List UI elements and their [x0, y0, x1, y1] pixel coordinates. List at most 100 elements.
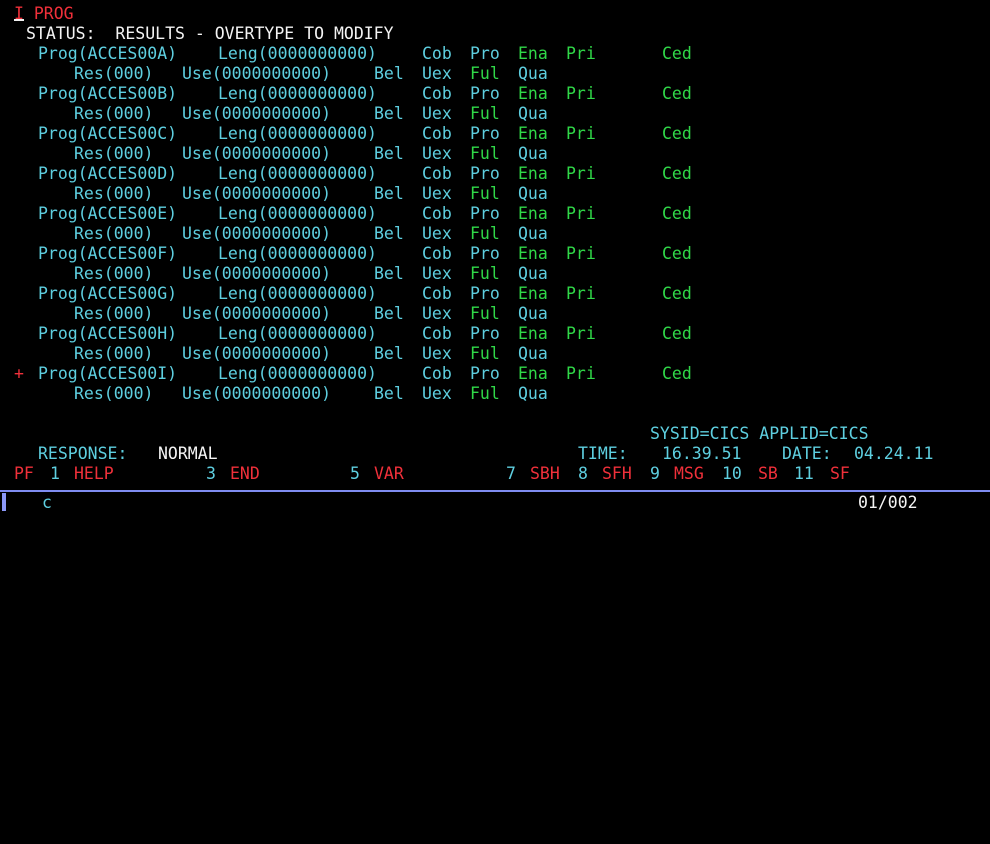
- prog-execkey[interactable]: Uex: [422, 64, 452, 84]
- prog-type[interactable]: Pro: [470, 84, 500, 104]
- prog-name[interactable]: Prog(ACCES00H): [38, 324, 177, 344]
- prog-copy[interactable]: Ful: [470, 224, 500, 244]
- expand-marker[interactable]: +: [14, 364, 24, 384]
- prog-access[interactable]: Pri: [566, 284, 596, 304]
- prog-status[interactable]: Ena: [518, 164, 548, 184]
- prog-status[interactable]: Ena: [518, 204, 548, 224]
- prog-access[interactable]: Pri: [566, 124, 596, 144]
- prog-language[interactable]: Cob: [422, 84, 452, 104]
- prog-access[interactable]: Pri: [566, 244, 596, 264]
- prog-status[interactable]: Ena: [518, 284, 548, 304]
- prog-status[interactable]: Ena: [518, 364, 548, 384]
- prog-execkey[interactable]: Uex: [422, 184, 452, 204]
- prog-status[interactable]: Ena: [518, 324, 548, 344]
- prog-concurrency[interactable]: Qua: [518, 64, 548, 84]
- prog-datalocation[interactable]: Bel: [374, 224, 404, 244]
- prog-access[interactable]: Pri: [566, 164, 596, 184]
- pf8-sfh-key[interactable]: SFH: [602, 464, 632, 484]
- prog-concurrency[interactable]: Qua: [518, 304, 548, 324]
- pf1-number[interactable]: 1: [50, 464, 60, 484]
- prog-language[interactable]: Cob: [422, 364, 452, 384]
- prog-status[interactable]: Ena: [518, 44, 548, 64]
- prog-type[interactable]: Pro: [470, 44, 500, 64]
- prog-execution[interactable]: Ced: [662, 364, 692, 384]
- prog-copy[interactable]: Ful: [470, 264, 500, 284]
- prog-execution[interactable]: Ced: [662, 124, 692, 144]
- prog-concurrency[interactable]: Qua: [518, 344, 548, 364]
- prog-name[interactable]: Prog(ACCES00C): [38, 124, 177, 144]
- prog-type[interactable]: Pro: [470, 324, 500, 344]
- prog-access[interactable]: Pri: [566, 364, 596, 384]
- prog-execkey[interactable]: Uex: [422, 264, 452, 284]
- prog-copy[interactable]: Ful: [470, 144, 500, 164]
- prog-execkey[interactable]: Uex: [422, 304, 452, 324]
- pf1-help-key[interactable]: HELP: [74, 464, 114, 484]
- command-input[interactable]: I PROG: [14, 4, 74, 24]
- prog-execution[interactable]: Ced: [662, 324, 692, 344]
- prog-execkey[interactable]: Uex: [422, 104, 452, 124]
- prog-name[interactable]: Prog(ACCES00D): [38, 164, 177, 184]
- prog-execution[interactable]: Ced: [662, 84, 692, 104]
- pf9-msg-key[interactable]: MSG: [674, 464, 704, 484]
- prog-language[interactable]: Cob: [422, 284, 452, 304]
- prog-language[interactable]: Cob: [422, 324, 452, 344]
- prog-copy[interactable]: Ful: [470, 304, 500, 324]
- prog-access[interactable]: Pri: [566, 44, 596, 64]
- prog-type[interactable]: Pro: [470, 244, 500, 264]
- prog-execution[interactable]: Ced: [662, 204, 692, 224]
- prog-type[interactable]: Pro: [470, 164, 500, 184]
- prog-name[interactable]: Prog(ACCES00A): [38, 44, 177, 64]
- prog-execkey[interactable]: Uex: [422, 384, 452, 404]
- prog-language[interactable]: Cob: [422, 244, 452, 264]
- pf3-end-key[interactable]: END: [230, 464, 260, 484]
- prog-copy[interactable]: Ful: [470, 184, 500, 204]
- prog-concurrency[interactable]: Qua: [518, 264, 548, 284]
- prog-language[interactable]: Cob: [422, 44, 452, 64]
- prog-datalocation[interactable]: Bel: [374, 384, 404, 404]
- pf8-number[interactable]: 8: [578, 464, 588, 484]
- pf11-number[interactable]: 11: [794, 464, 814, 484]
- prog-copy[interactable]: Ful: [470, 384, 500, 404]
- prog-type[interactable]: Pro: [470, 124, 500, 144]
- prog-execution[interactable]: Ced: [662, 244, 692, 264]
- pf9-number[interactable]: 9: [650, 464, 660, 484]
- prog-concurrency[interactable]: Qua: [518, 224, 548, 244]
- pf3-number[interactable]: 3: [206, 464, 216, 484]
- prog-name[interactable]: Prog(ACCES00F): [38, 244, 177, 264]
- prog-datalocation[interactable]: Bel: [374, 104, 404, 124]
- prog-execution[interactable]: Ced: [662, 284, 692, 304]
- pf5-number[interactable]: 5: [350, 464, 360, 484]
- prog-status[interactable]: Ena: [518, 244, 548, 264]
- prog-concurrency[interactable]: Qua: [518, 144, 548, 164]
- prog-language[interactable]: Cob: [422, 124, 452, 144]
- prog-concurrency[interactable]: Qua: [518, 184, 548, 204]
- prog-datalocation[interactable]: Bel: [374, 184, 404, 204]
- pf10-sb-key[interactable]: SB: [758, 464, 778, 484]
- prog-execution[interactable]: Ced: [662, 44, 692, 64]
- prog-datalocation[interactable]: Bel: [374, 344, 404, 364]
- prog-name[interactable]: Prog(ACCES00E): [38, 204, 177, 224]
- prog-datalocation[interactable]: Bel: [374, 144, 404, 164]
- prog-datalocation[interactable]: Bel: [374, 64, 404, 84]
- prog-type[interactable]: Pro: [470, 284, 500, 304]
- prog-execkey[interactable]: Uex: [422, 344, 452, 364]
- prog-status[interactable]: Ena: [518, 124, 548, 144]
- prog-copy[interactable]: Ful: [470, 104, 500, 124]
- prog-concurrency[interactable]: Qua: [518, 104, 548, 124]
- prog-access[interactable]: Pri: [566, 84, 596, 104]
- prog-datalocation[interactable]: Bel: [374, 304, 404, 324]
- pf5-var-key[interactable]: VAR: [374, 464, 404, 484]
- prog-datalocation[interactable]: Bel: [374, 264, 404, 284]
- pf7-number[interactable]: 7: [506, 464, 516, 484]
- prog-name[interactable]: Prog(ACCES00B): [38, 84, 177, 104]
- prog-execkey[interactable]: Uex: [422, 144, 452, 164]
- prog-type[interactable]: Pro: [470, 364, 500, 384]
- pf11-sf-key[interactable]: SF: [830, 464, 850, 484]
- prog-access[interactable]: Pri: [566, 324, 596, 344]
- prog-type[interactable]: Pro: [470, 204, 500, 224]
- prog-language[interactable]: Cob: [422, 164, 452, 184]
- prog-name[interactable]: Prog(ACCES00I): [38, 364, 177, 384]
- prog-name[interactable]: Prog(ACCES00G): [38, 284, 177, 304]
- prog-execution[interactable]: Ced: [662, 164, 692, 184]
- prog-concurrency[interactable]: Qua: [518, 384, 548, 404]
